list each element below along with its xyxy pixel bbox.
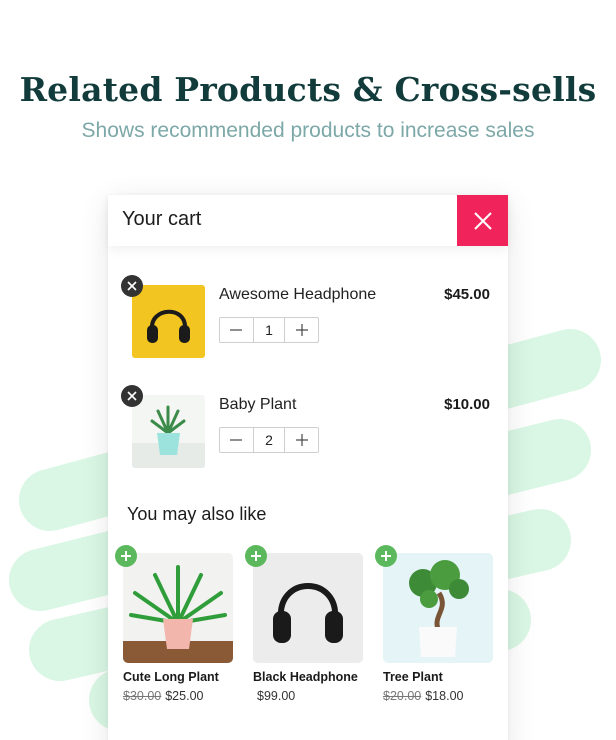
product-name[interactable]: Cute Long Plant xyxy=(123,670,253,684)
bonsai-image-icon xyxy=(383,553,493,663)
close-icon xyxy=(127,281,137,291)
remove-item-button[interactable] xyxy=(121,275,143,297)
cart-panel: Your cart Awesome Headphone $45.00 1 Bab… xyxy=(108,195,508,740)
quantity-input[interactable]: 1 xyxy=(252,318,286,342)
product-image[interactable] xyxy=(383,553,493,663)
plus-icon xyxy=(121,551,131,561)
product-price: $20.00 $18.00 xyxy=(383,689,513,703)
sale-price: $18.00 xyxy=(425,689,464,703)
product-name[interactable]: Tree Plant xyxy=(383,670,513,684)
close-icon xyxy=(127,391,137,401)
item-name[interactable]: Awesome Headphone xyxy=(219,286,376,304)
increase-quantity-button[interactable] xyxy=(285,318,318,342)
close-icon xyxy=(473,211,492,230)
cart-item: Baby Plant $10.00 2 xyxy=(108,385,508,475)
item-price: $10.00 xyxy=(444,396,490,413)
add-to-cart-button[interactable] xyxy=(115,545,137,567)
plus-icon xyxy=(295,324,308,336)
cart-title: Your cart xyxy=(122,208,202,230)
quantity-input[interactable]: 2 xyxy=(252,428,286,452)
plus-icon xyxy=(295,434,308,446)
quantity-stepper: 1 xyxy=(219,317,319,343)
plus-icon xyxy=(381,551,391,561)
product-price: $99.00 xyxy=(253,689,383,703)
decrease-quantity-button[interactable] xyxy=(220,428,253,452)
original-price: $20.00 xyxy=(383,689,422,703)
plus-icon xyxy=(251,551,261,561)
headphone-image-icon xyxy=(132,285,205,358)
close-cart-button[interactable] xyxy=(457,195,508,246)
quantity-stepper: 2 xyxy=(219,427,319,453)
recommendations-title: You may also like xyxy=(127,504,267,524)
minus-icon xyxy=(230,329,243,331)
increase-quantity-button[interactable] xyxy=(285,428,318,452)
cart-header: Your cart xyxy=(108,195,508,246)
item-price: $45.00 xyxy=(444,286,490,303)
product-price: $30.00 $25.00 xyxy=(123,689,253,703)
original-price: $30.00 xyxy=(123,689,162,703)
product-image[interactable] xyxy=(132,395,205,468)
add-to-cart-button[interactable] xyxy=(375,545,397,567)
headphone-image-icon xyxy=(253,553,363,663)
page-headline: Related Products & Cross-sells xyxy=(19,70,597,109)
plant-image-icon xyxy=(132,395,205,468)
sale-price: $25.00 xyxy=(165,689,204,703)
fern-image-icon xyxy=(123,553,233,663)
product-image[interactable] xyxy=(132,285,205,358)
product-name[interactable]: Black Headphone xyxy=(253,670,383,684)
product-image[interactable] xyxy=(123,553,233,663)
sale-price: $99.00 xyxy=(257,689,296,703)
product-image[interactable] xyxy=(253,553,363,663)
decrease-quantity-button[interactable] xyxy=(220,318,253,342)
add-to-cart-button[interactable] xyxy=(245,545,267,567)
cart-item: Awesome Headphone $45.00 1 xyxy=(108,275,508,365)
remove-item-button[interactable] xyxy=(121,385,143,407)
page-subheadline: Shows recommended products to increase s… xyxy=(81,119,535,142)
minus-icon xyxy=(230,439,243,441)
item-name[interactable]: Baby Plant xyxy=(219,396,296,414)
